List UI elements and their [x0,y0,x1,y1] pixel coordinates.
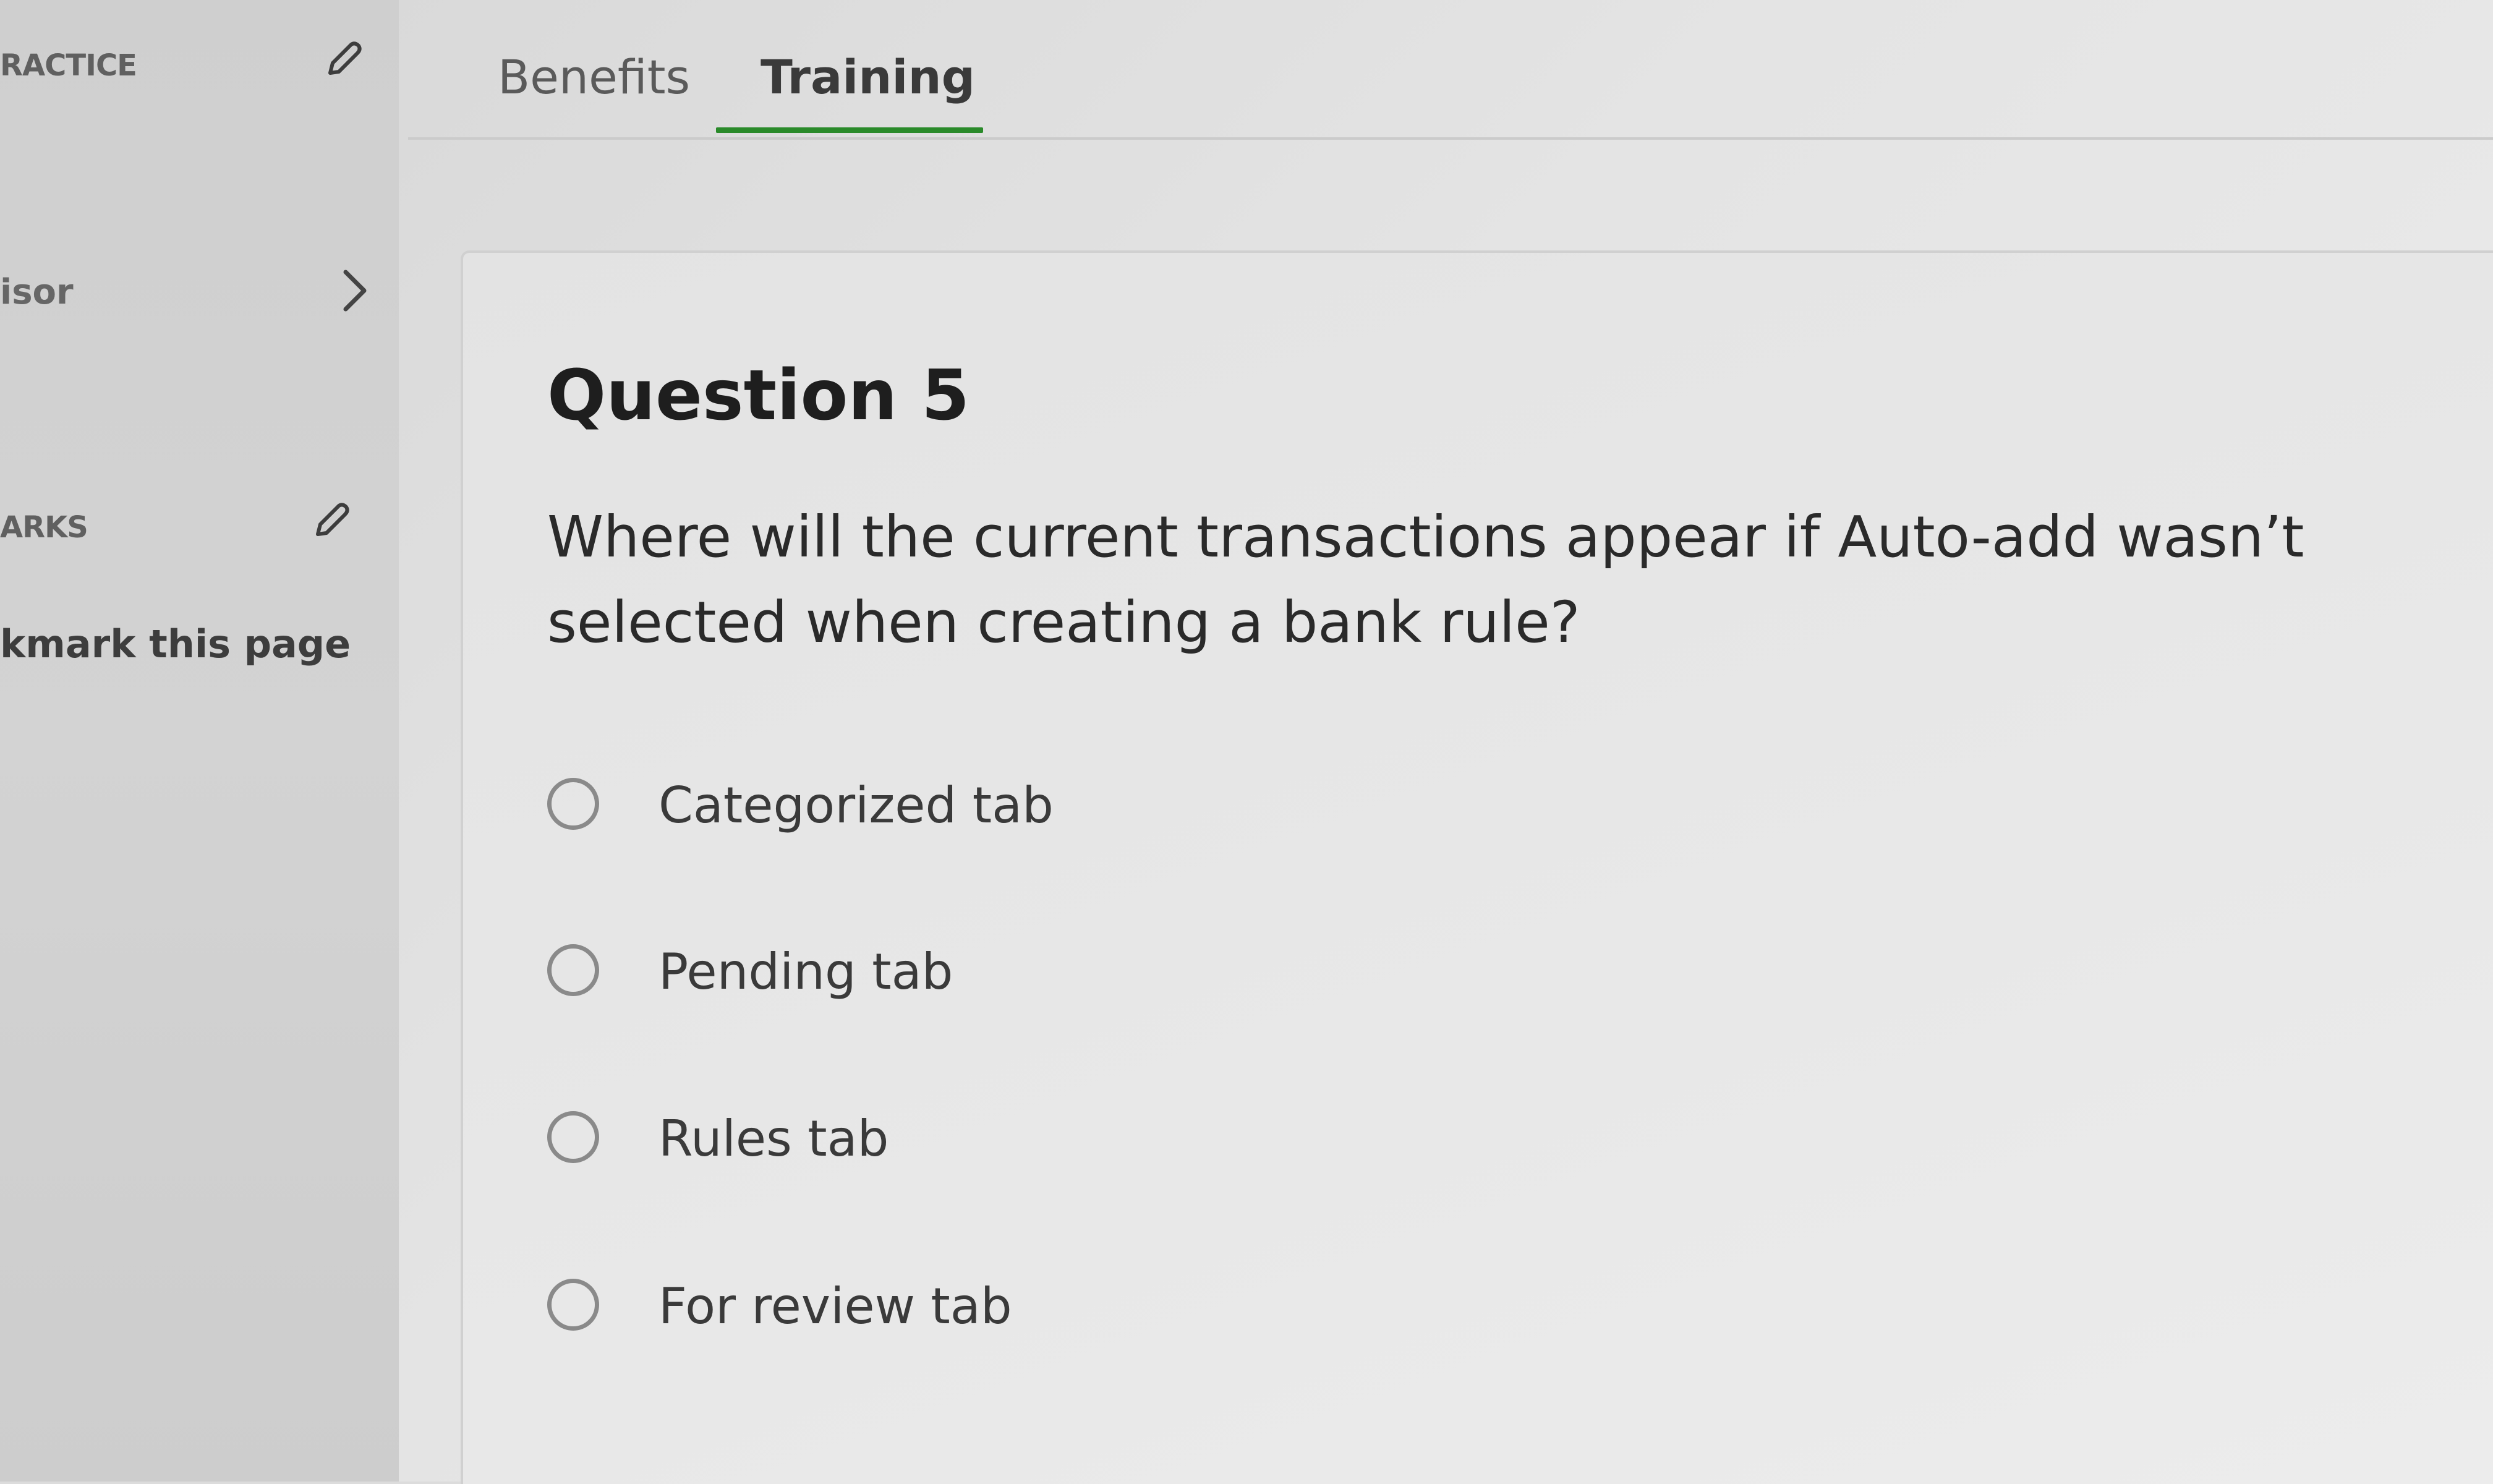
tabs-divider [408,137,2493,140]
active-tab-indicator [716,127,983,133]
answer-option-label: For review tab [658,1277,1012,1335]
answer-option[interactable]: For review tab [547,1279,1413,1347]
answer-option-label: Pending tab [658,943,953,1000]
sidebar-heading-bookmarks: ARKS [0,510,88,545]
sidebar: RACTICE isor ARKS kmark this page [0,0,399,1482]
chevron-right-icon[interactable] [337,266,374,315]
radio-button[interactable] [547,944,599,996]
answer-option-label: Rules tab [658,1110,889,1167]
question-text: Where will the current transactions appe… [547,504,2304,655]
radio-button[interactable] [547,1111,599,1163]
radio-button[interactable] [547,1279,599,1331]
sidebar-item-advisor[interactable]: isor [0,272,74,312]
answer-option[interactable]: Pending tab [547,944,1413,1012]
sidebar-heading-practice: RACTICE [0,48,137,83]
pencil-icon[interactable] [309,500,352,543]
answer-option-label: Categorized tab [658,777,1054,834]
tab-training[interactable]: Training [761,49,975,104]
answer-option[interactable]: Rules tab [547,1111,1413,1179]
answer-option[interactable]: Categorized tab [547,778,1413,846]
radio-button[interactable] [547,778,599,830]
question-title: Question 5 [547,356,970,436]
bookmark-this-page-link[interactable]: kmark this page [0,621,351,667]
screen: RACTICE isor ARKS kmark this page Benefi… [0,0,2493,1484]
pencil-icon[interactable] [322,38,365,82]
tab-benefits[interactable]: Benefits [498,49,690,104]
tab-bar: Benefits Training [408,0,2493,142]
